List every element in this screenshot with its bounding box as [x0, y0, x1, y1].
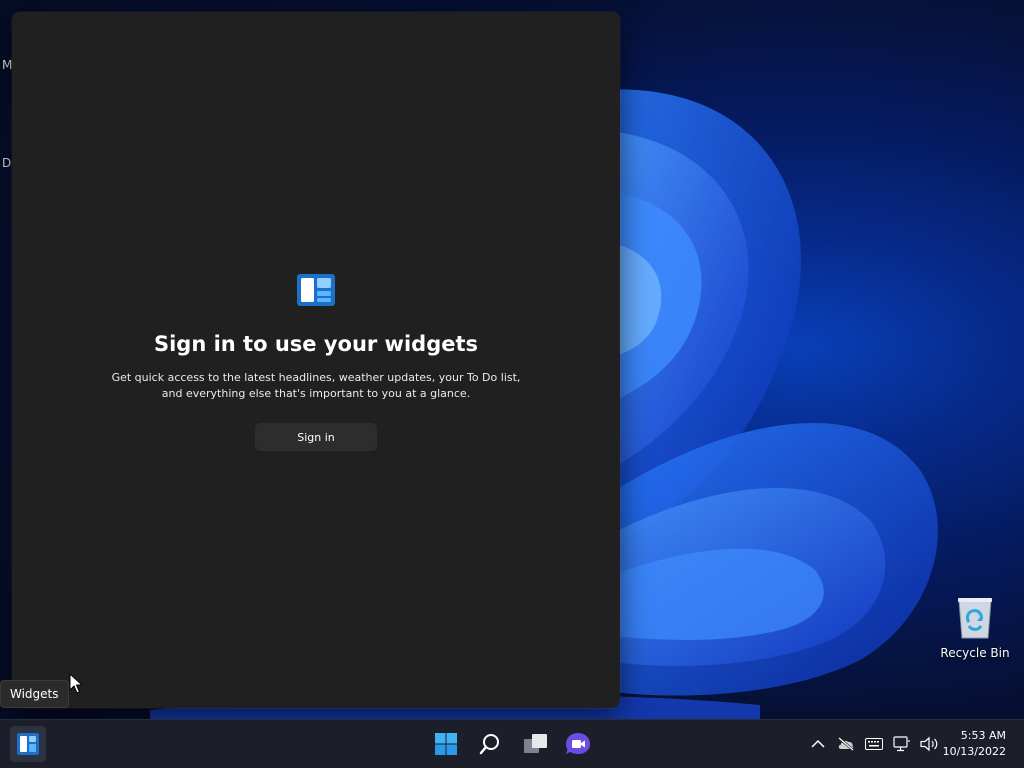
chevron-up-icon[interactable] [807, 733, 829, 755]
taskbar: 5:53 AM 10/13/2022 [0, 719, 1024, 768]
widgets-logo-icon [297, 274, 335, 306]
panel-description: Get quick access to the latest headlines… [111, 371, 521, 400]
windows-start-icon [435, 733, 457, 755]
tooltip-text: Widgets [10, 687, 59, 701]
widgets-panel: Sign in to use your widgets Get quick ac… [12, 12, 620, 708]
task-view-icon [524, 734, 547, 753]
recycle-bin-icon [958, 598, 992, 639]
system-tray [804, 720, 944, 768]
widgets-tooltip: Widgets [0, 680, 69, 708]
desktop-hint-letter: D [2, 156, 12, 170]
panel-title: Sign in to use your widgets [153, 332, 479, 356]
chat-icon [566, 733, 590, 754]
desktop-hint-letter: M [2, 58, 13, 72]
widgets-button[interactable] [10, 726, 46, 762]
network-icon[interactable] [891, 733, 913, 755]
recycle-bin[interactable]: Recycle Bin [938, 596, 1012, 660]
recycle-bin-label: Recycle Bin [940, 646, 1010, 660]
mouse-cursor-icon [69, 673, 83, 694]
clock-date: 10/13/2022 [942, 745, 1006, 758]
search-button[interactable] [472, 726, 508, 762]
task-view-button[interactable] [518, 726, 554, 762]
keyboard-icon[interactable] [863, 733, 885, 755]
taskbar-clock[interactable]: 5:53 AM 10/13/2022 [943, 728, 1006, 760]
start-button[interactable] [428, 726, 464, 762]
widgets-signin-prompt: Sign in to use your widgets Get quick ac… [12, 274, 620, 450]
search-icon [479, 734, 499, 755]
cloud-offline-icon[interactable] [835, 733, 857, 755]
volume-icon[interactable] [919, 733, 941, 755]
widgets-icon [17, 733, 39, 755]
chat-button[interactable] [560, 726, 596, 762]
sign-in-button[interactable]: Sign in [256, 424, 376, 450]
clock-time: 5:53 AM [960, 729, 1006, 742]
